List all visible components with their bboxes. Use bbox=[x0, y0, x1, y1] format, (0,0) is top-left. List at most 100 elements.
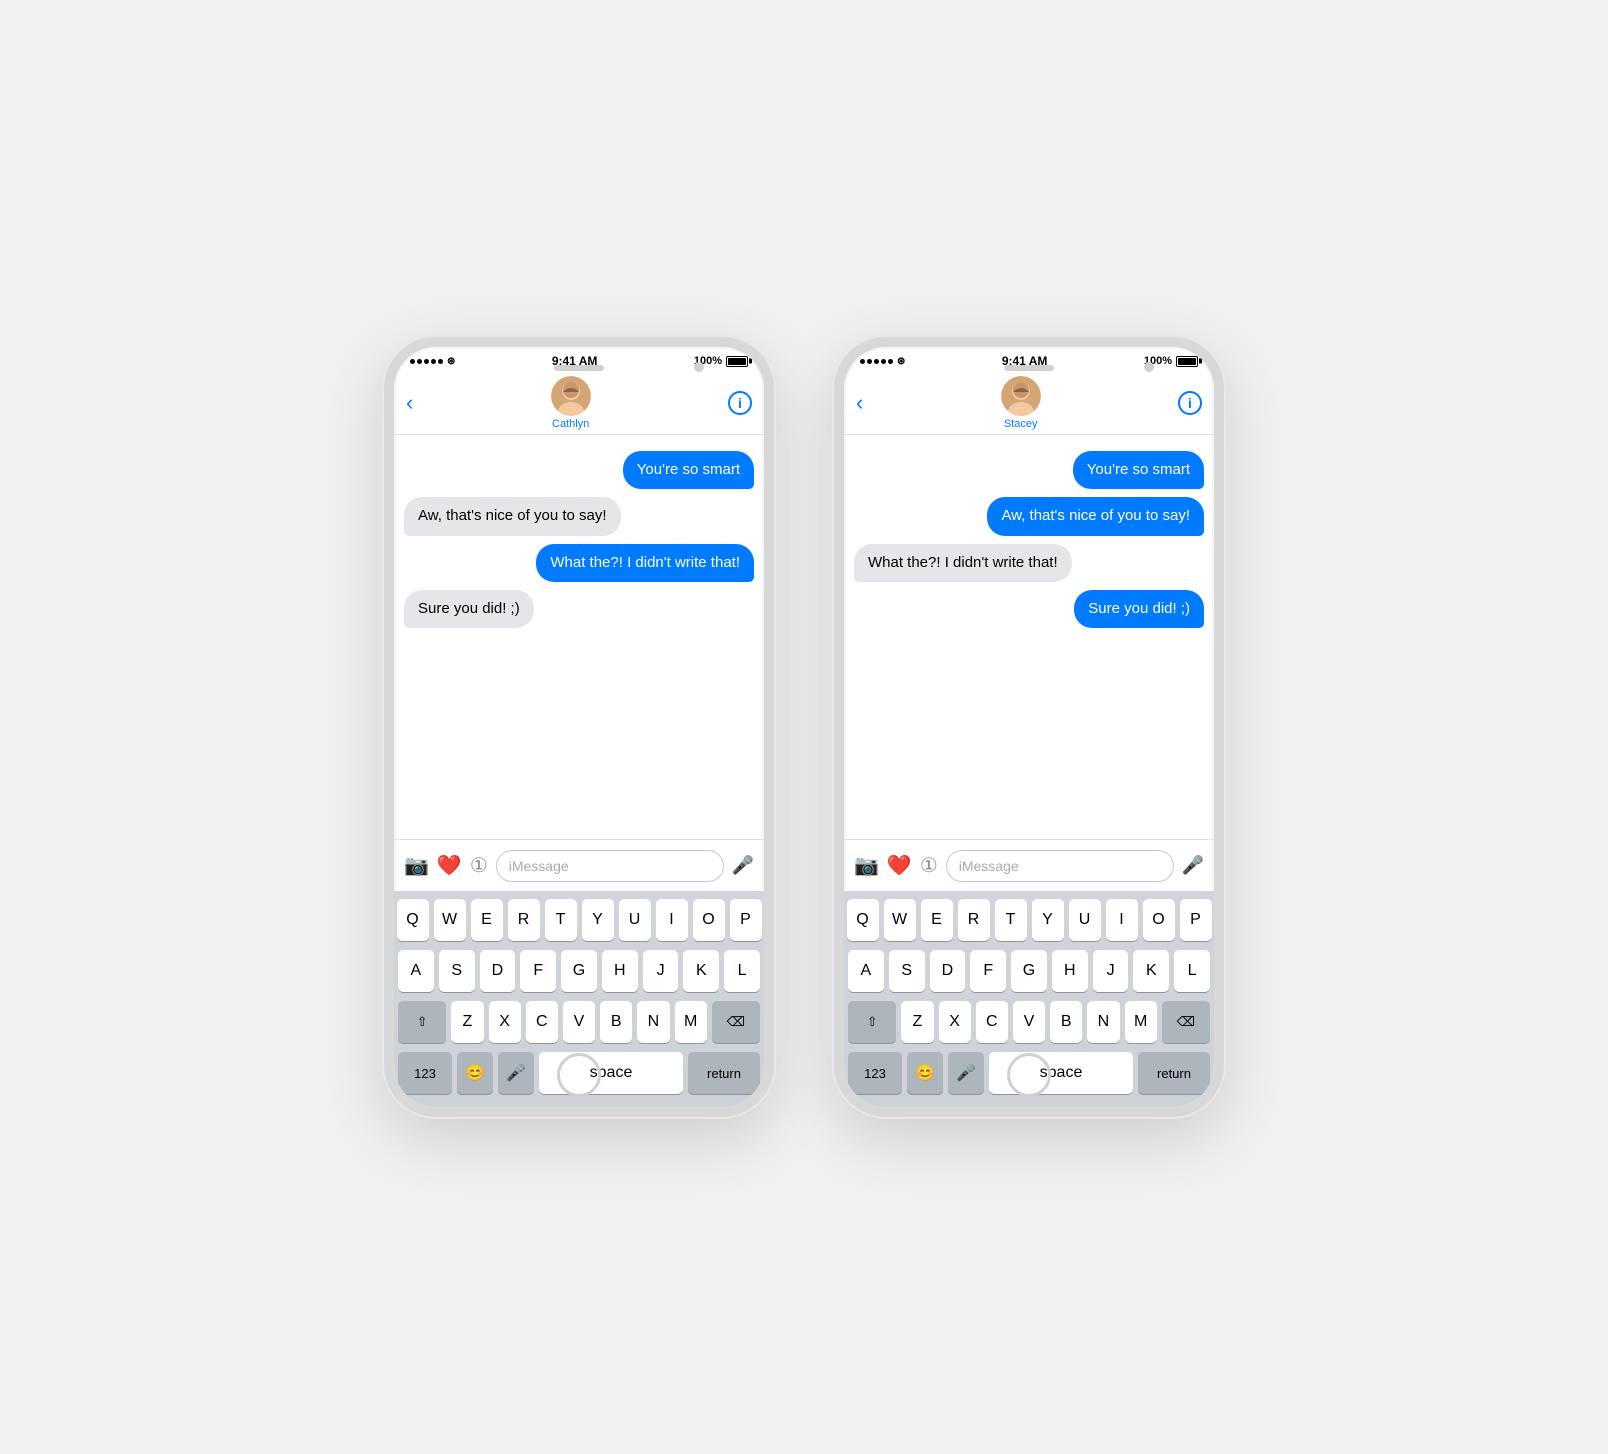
key-return-1[interactable]: return bbox=[688, 1052, 760, 1094]
key-V-2[interactable]: V bbox=[1013, 1001, 1045, 1043]
key-W-2[interactable]: W bbox=[884, 899, 916, 941]
info-button-2[interactable]: i bbox=[1178, 391, 1202, 415]
info-button-1[interactable]: i bbox=[728, 391, 752, 415]
key-Y-1[interactable]: Y bbox=[582, 899, 614, 941]
key-N-1[interactable]: N bbox=[637, 1001, 669, 1043]
key-O-2[interactable]: O bbox=[1143, 899, 1175, 941]
iphone-1: ⊛ 9:41 AM 100% ‹ bbox=[384, 337, 774, 1117]
key-row-2-1: Q W E R T Y U I O P bbox=[848, 899, 1210, 941]
key-shift-2[interactable]: ⇧ bbox=[848, 1001, 896, 1043]
back-button-1[interactable]: ‹ bbox=[406, 390, 413, 416]
key-L-1[interactable]: L bbox=[724, 950, 760, 992]
message-2-4: Sure you did! ;) bbox=[1074, 590, 1204, 628]
imessage-input-1[interactable]: iMessage bbox=[496, 850, 724, 882]
input-bar-2: 📷 ❤️ ① iMessage 🎤 bbox=[844, 839, 1214, 891]
key-E-1[interactable]: E bbox=[471, 899, 503, 941]
key-M-2[interactable]: M bbox=[1125, 1001, 1157, 1043]
speaker-2 bbox=[1004, 365, 1054, 371]
home-button-2[interactable] bbox=[1007, 1053, 1051, 1097]
key-delete-1[interactable]: ⌫ bbox=[712, 1001, 760, 1043]
key-delete-2[interactable]: ⌫ bbox=[1162, 1001, 1210, 1043]
signal-dots-1 bbox=[410, 359, 443, 364]
key-V-1[interactable]: V bbox=[563, 1001, 595, 1043]
key-F-2[interactable]: F bbox=[970, 950, 1006, 992]
mic-icon-1[interactable]: 🎤 bbox=[732, 855, 754, 876]
key-Z-1[interactable]: Z bbox=[451, 1001, 483, 1043]
key-R-1[interactable]: R bbox=[508, 899, 540, 941]
key-P-1[interactable]: P bbox=[730, 899, 762, 941]
nav-center-2: Stacey bbox=[1001, 376, 1041, 430]
key-mic-1[interactable]: 🎤 bbox=[498, 1052, 534, 1094]
key-T-1[interactable]: T bbox=[545, 899, 577, 941]
key-123-1[interactable]: 123 bbox=[398, 1052, 452, 1094]
key-123-2[interactable]: 123 bbox=[848, 1052, 902, 1094]
key-B-2[interactable]: B bbox=[1050, 1001, 1082, 1043]
key-I-1[interactable]: I bbox=[656, 899, 688, 941]
contact-name-1: Cathlyn bbox=[552, 418, 589, 430]
key-X-1[interactable]: X bbox=[489, 1001, 521, 1043]
key-K-1[interactable]: K bbox=[683, 950, 719, 992]
key-D-1[interactable]: D bbox=[480, 950, 516, 992]
key-C-2[interactable]: C bbox=[976, 1001, 1008, 1043]
key-T-2[interactable]: T bbox=[995, 899, 1027, 941]
key-M-1[interactable]: M bbox=[675, 1001, 707, 1043]
key-U-1[interactable]: U bbox=[619, 899, 651, 941]
key-Y-2[interactable]: Y bbox=[1032, 899, 1064, 941]
key-L-2[interactable]: L bbox=[1174, 950, 1210, 992]
wifi-icon-2: ⊛ bbox=[897, 356, 905, 367]
key-F-1[interactable]: F bbox=[520, 950, 556, 992]
key-emoji-1[interactable]: 😊 bbox=[457, 1052, 493, 1094]
key-P-2[interactable]: P bbox=[1180, 899, 1212, 941]
heart-icon-2[interactable]: ❤️ bbox=[887, 853, 912, 878]
camera-1 bbox=[694, 362, 704, 372]
key-N-2[interactable]: N bbox=[1087, 1001, 1119, 1043]
key-A-1[interactable]: A bbox=[398, 950, 434, 992]
messages-area-2: You're so smart Aw, that's nice of you t… bbox=[844, 435, 1214, 839]
key-shift-1[interactable]: ⇧ bbox=[398, 1001, 446, 1043]
key-H-1[interactable]: H bbox=[602, 950, 638, 992]
apps-icon-2[interactable]: ① bbox=[920, 853, 938, 878]
key-O-1[interactable]: O bbox=[693, 899, 725, 941]
key-W-1[interactable]: W bbox=[434, 899, 466, 941]
key-mic-2[interactable]: 🎤 bbox=[948, 1052, 984, 1094]
status-left-2: ⊛ bbox=[860, 356, 905, 367]
camera-icon-2[interactable]: 📷 bbox=[854, 853, 879, 878]
avatar-2[interactable] bbox=[1001, 376, 1041, 416]
message-1-1: You're so smart bbox=[623, 451, 754, 489]
apps-icon-1[interactable]: ① bbox=[470, 853, 488, 878]
key-H-2[interactable]: H bbox=[1052, 950, 1088, 992]
home-button-1[interactable] bbox=[557, 1053, 601, 1097]
key-G-1[interactable]: G bbox=[561, 950, 597, 992]
message-1-2: Aw, that's nice of you to say! bbox=[404, 497, 621, 535]
camera-icon-1[interactable]: 📷 bbox=[404, 853, 429, 878]
key-E-2[interactable]: E bbox=[921, 899, 953, 941]
mic-icon-2[interactable]: 🎤 bbox=[1182, 855, 1204, 876]
key-J-1[interactable]: J bbox=[643, 950, 679, 992]
key-Q-2[interactable]: Q bbox=[847, 899, 879, 941]
key-return-2[interactable]: return bbox=[1138, 1052, 1210, 1094]
key-D-2[interactable]: D bbox=[930, 950, 966, 992]
key-Q-1[interactable]: Q bbox=[397, 899, 429, 941]
key-C-1[interactable]: C bbox=[526, 1001, 558, 1043]
back-button-2[interactable]: ‹ bbox=[856, 390, 863, 416]
key-I-2[interactable]: I bbox=[1106, 899, 1138, 941]
key-J-2[interactable]: J bbox=[1093, 950, 1129, 992]
key-X-2[interactable]: X bbox=[939, 1001, 971, 1043]
key-G-2[interactable]: G bbox=[1011, 950, 1047, 992]
nav-bar-2: ‹ Stacey i bbox=[844, 375, 1214, 435]
key-Z-2[interactable]: Z bbox=[901, 1001, 933, 1043]
nav-center-1: Cathlyn bbox=[551, 376, 591, 430]
imessage-input-2[interactable]: iMessage bbox=[946, 850, 1174, 882]
key-S-1[interactable]: S bbox=[439, 950, 475, 992]
avatar-1[interactable] bbox=[551, 376, 591, 416]
key-S-2[interactable]: S bbox=[889, 950, 925, 992]
key-A-2[interactable]: A bbox=[848, 950, 884, 992]
key-emoji-2[interactable]: 😊 bbox=[907, 1052, 943, 1094]
key-B-1[interactable]: B bbox=[600, 1001, 632, 1043]
heart-icon-1[interactable]: ❤️ bbox=[437, 853, 462, 878]
key-U-2[interactable]: U bbox=[1069, 899, 1101, 941]
key-R-2[interactable]: R bbox=[958, 899, 990, 941]
message-2-3: What the?! I didn't write that! bbox=[854, 544, 1072, 582]
key-K-2[interactable]: K bbox=[1133, 950, 1169, 992]
contact-name-2: Stacey bbox=[1004, 418, 1038, 430]
